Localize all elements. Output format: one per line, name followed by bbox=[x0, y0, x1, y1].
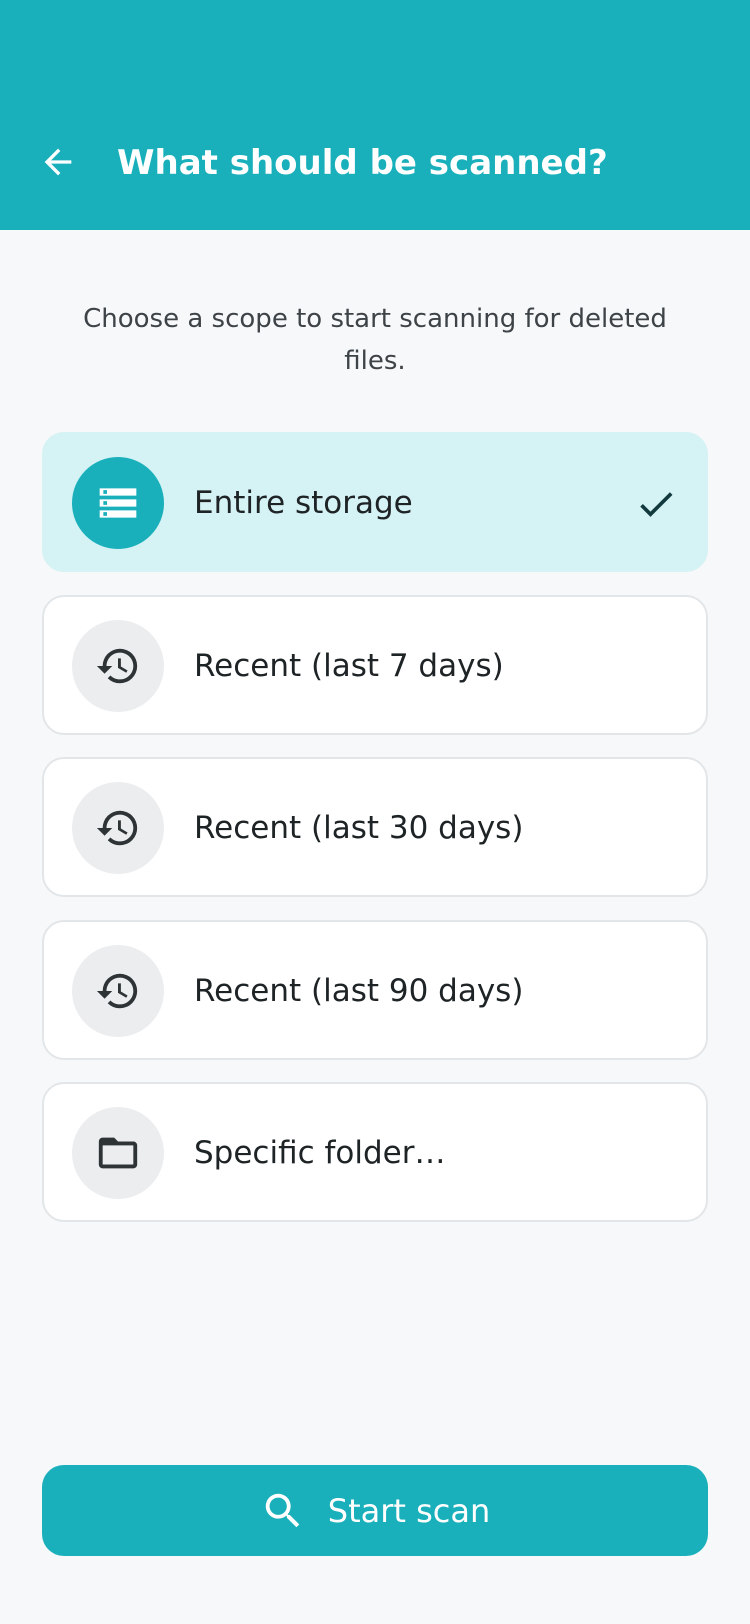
option-recent-7-days[interactable]: Recent (last 7 days) bbox=[42, 595, 708, 735]
history-icon bbox=[96, 648, 138, 684]
folder-icon bbox=[98, 1137, 138, 1169]
option-label: Specific folder… bbox=[194, 1135, 446, 1171]
storage-icon bbox=[99, 488, 137, 518]
search-icon bbox=[265, 1493, 300, 1527]
option-recent-90-days[interactable]: Recent (last 90 days) bbox=[42, 920, 708, 1060]
start-scan-label: Start scan bbox=[327, 1491, 491, 1530]
start-scan-button[interactable]: Start scan bbox=[42, 1465, 708, 1556]
option-label: Recent (last 30 days) bbox=[194, 810, 524, 846]
option-specific-folder[interactable]: Specific folder… bbox=[42, 1082, 708, 1222]
option-icon-badge bbox=[72, 457, 164, 549]
history-icon bbox=[96, 973, 138, 1009]
arrow-left-icon bbox=[44, 148, 72, 176]
option-icon-badge bbox=[72, 620, 164, 712]
option-label: Recent (last 90 days) bbox=[194, 973, 524, 1009]
option-recent-30-days[interactable]: Recent (last 30 days) bbox=[42, 757, 708, 897]
option-entire-storage[interactable]: Entire storage bbox=[42, 432, 708, 572]
checkmark-icon bbox=[634, 482, 678, 526]
history-icon bbox=[96, 810, 138, 846]
option-icon-badge bbox=[72, 1107, 164, 1199]
app-bar: What should be scanned? bbox=[0, 0, 750, 230]
page-title: What should be scanned? bbox=[117, 143, 608, 183]
intro-text: Choose a scope to start scanning for del… bbox=[83, 304, 667, 376]
option-label: Entire storage bbox=[194, 485, 413, 521]
back-button[interactable] bbox=[30, 134, 86, 190]
option-icon-badge bbox=[72, 945, 164, 1037]
option-icon-badge bbox=[72, 782, 164, 874]
option-label: Recent (last 7 days) bbox=[194, 648, 504, 684]
